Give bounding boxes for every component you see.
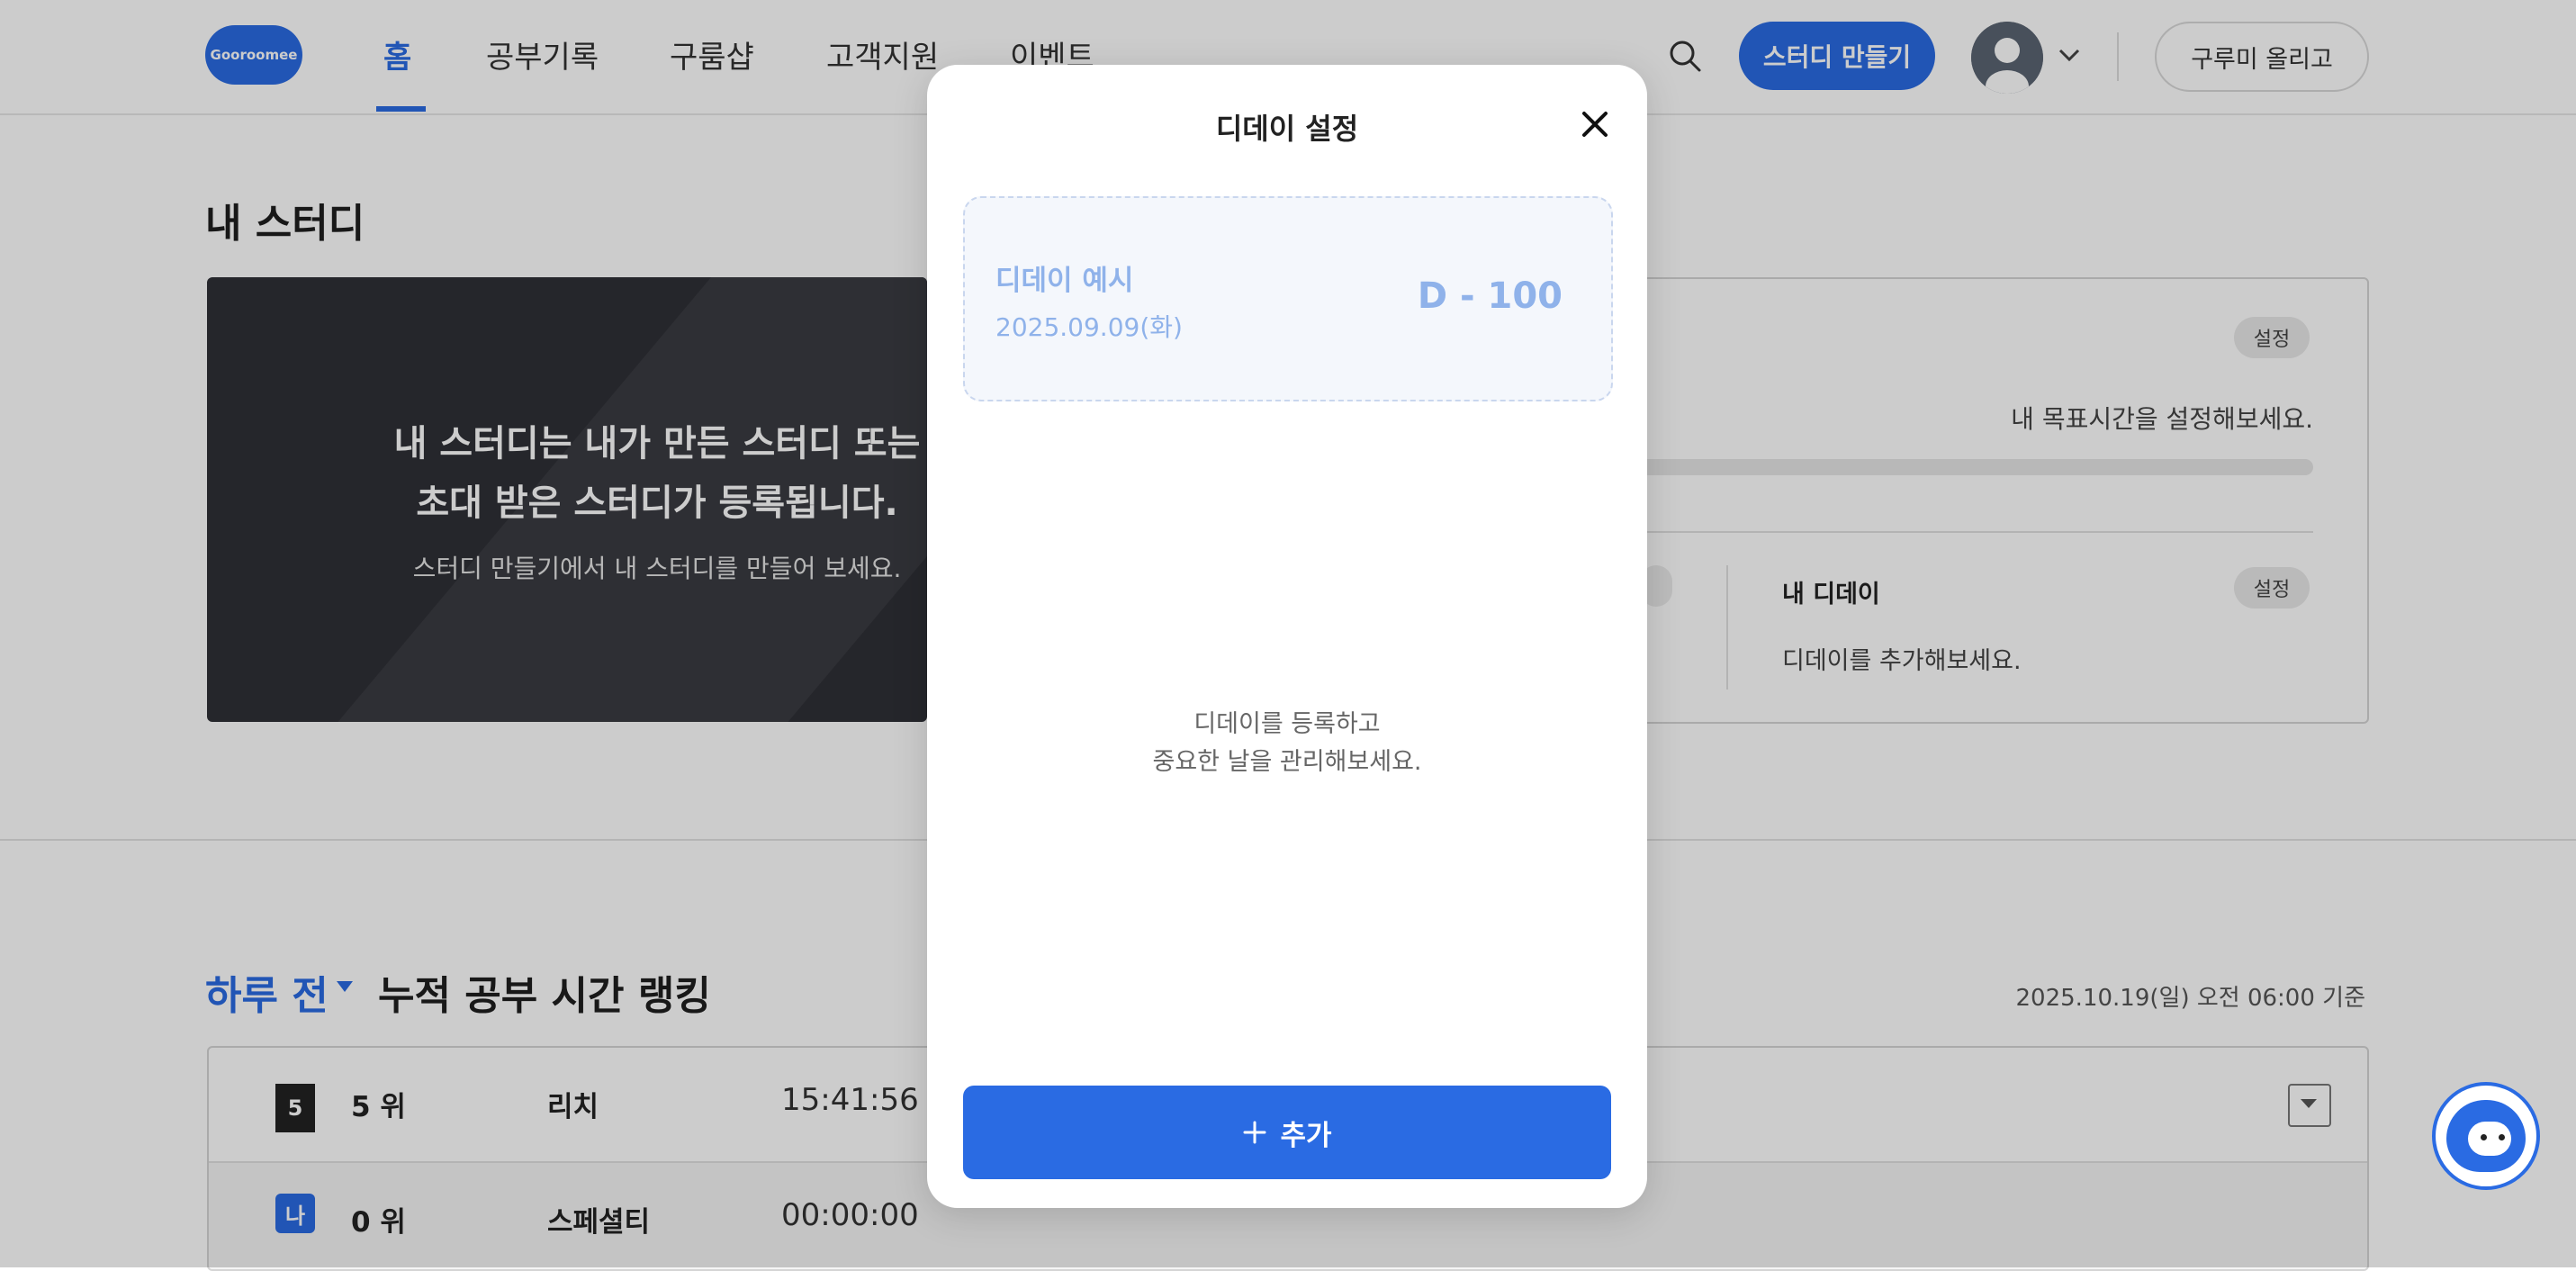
empty-message-line2: 중요한 날을 관리해보세요. (1152, 748, 1422, 776)
plus-icon (1243, 1121, 1266, 1144)
empty-message: 디데이를 등록하고 중요한 날을 관리해보세요. (927, 706, 1647, 781)
example-title: 디데이 예시 (995, 265, 1134, 297)
add-dday-button[interactable]: 추가 (963, 1086, 1611, 1179)
close-icon[interactable] (1575, 104, 1615, 144)
add-button-label: 추가 (1280, 1119, 1332, 1152)
dday-example-card: 디데이 예시 2025.09.09(화) D - 100 (963, 196, 1613, 401)
example-date: 2025.09.09(화) (995, 312, 1183, 342)
chatbot-eye-left (2481, 1134, 2487, 1140)
modal-title: 디데이 설정 (1215, 112, 1359, 146)
chatbot-mask (2468, 1122, 2511, 1156)
chatbot-icon[interactable] (2432, 1082, 2540, 1190)
example-dday: D - 100 (1417, 275, 1563, 317)
chatbot-eye-right (2499, 1134, 2505, 1140)
dday-settings-modal: 디데이 설정 디데이 예시 2025.09.09(화) D - 100 디데이를… (927, 65, 1647, 1208)
empty-message-line1: 디데이를 등록하고 (1193, 710, 1381, 738)
